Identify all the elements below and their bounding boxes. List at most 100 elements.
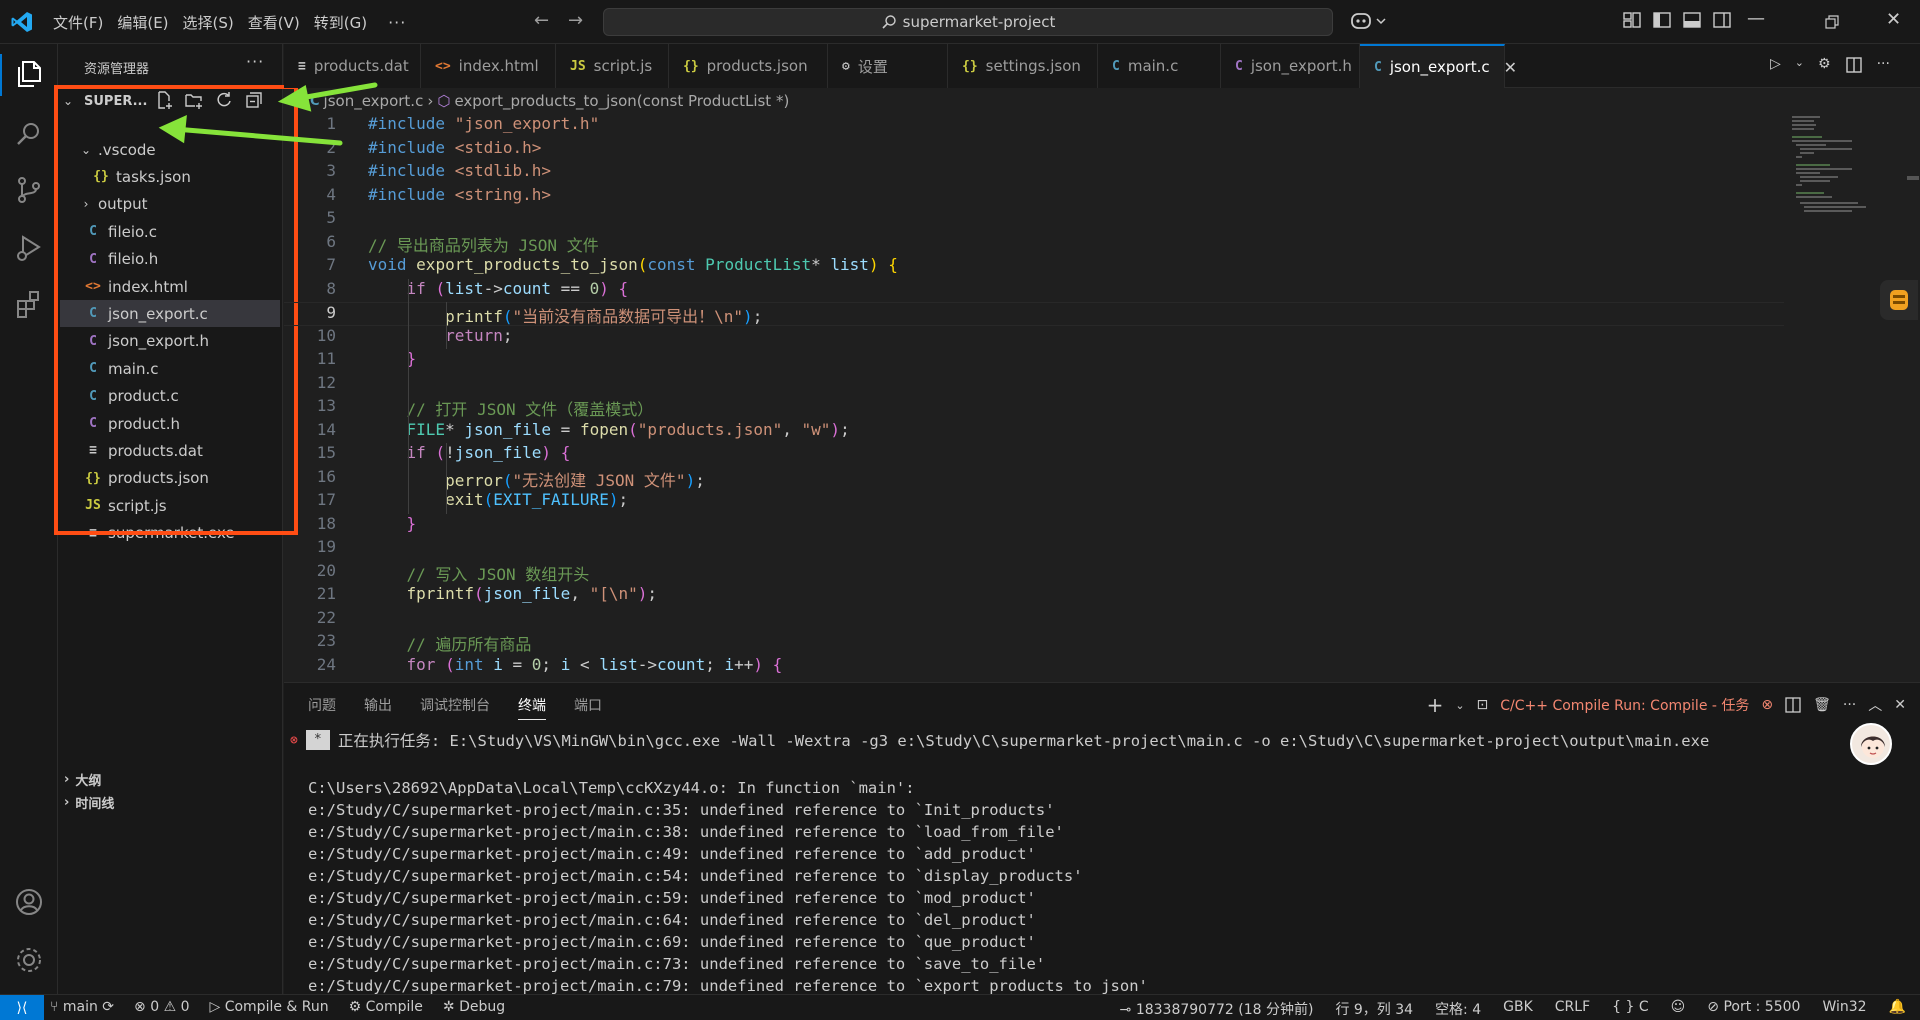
more-actions-icon[interactable]: ··· xyxy=(1877,56,1890,74)
compile-run-button[interactable]: ▷ Compile & Run xyxy=(209,999,328,1015)
indentation[interactable]: 空格: 4 xyxy=(1435,999,1481,1019)
minimap[interactable] xyxy=(1788,114,1878,214)
close-tab-icon[interactable]: ✕ xyxy=(1504,58,1517,77)
editor-tab[interactable]: {} settings.json xyxy=(948,44,1098,88)
menu-file[interactable]: 文件(F) xyxy=(46,12,110,33)
code-token: <stdio.h> xyxy=(454,137,542,157)
run-debug-icon[interactable] xyxy=(13,232,45,264)
problems-indicator[interactable]: ⊗ 0 ⚠ 0 xyxy=(134,999,189,1015)
line-number: 8 xyxy=(326,278,336,298)
code-token: * xyxy=(811,255,831,274)
editor-tab[interactable]: JS script.js xyxy=(556,44,669,88)
terminal-output[interactable]: C:\Users\28692\AppData\Local\Temp\ccKXzy… xyxy=(308,757,1888,999)
line-ending[interactable]: CRLF xyxy=(1555,999,1590,1019)
tab-terminal[interactable]: 终端 xyxy=(518,695,546,720)
menu-edit[interactable]: 编辑(E) xyxy=(110,12,175,33)
platform[interactable]: Win32 xyxy=(1822,999,1866,1019)
editor-tab[interactable]: <> index.html xyxy=(421,44,556,88)
floating-extension-button[interactable] xyxy=(1880,280,1918,320)
branch-indicator[interactable]: ⑂ main ⟳ xyxy=(50,999,114,1015)
remote-indicator-icon[interactable]: ⟩⟨ xyxy=(0,995,44,1020)
debug-label: Debug xyxy=(459,999,506,1015)
menu-selection[interactable]: 选择(S) xyxy=(176,12,241,33)
extensions-icon[interactable] xyxy=(13,288,45,320)
new-terminal-icon[interactable]: + xyxy=(1427,693,1444,717)
explorer-icon[interactable] xyxy=(13,58,45,90)
breadcrumb-symbol[interactable]: export_products_to_json(const ProductLis… xyxy=(454,92,789,110)
debug-button[interactable]: ✲ Debug xyxy=(443,999,505,1015)
tab-problems[interactable]: 问题 xyxy=(308,695,336,720)
chevron-down-icon[interactable]: ⌄ xyxy=(1795,56,1804,74)
commit-info[interactable]: ⊸ 18338790772 (18 分钟前) xyxy=(1120,999,1314,1019)
minimize-icon[interactable]: — xyxy=(1747,8,1765,29)
settings-gear-icon[interactable]: ⚙ xyxy=(1818,56,1831,74)
search-view-icon[interactable] xyxy=(13,118,45,150)
code-text: // 遍历所有商品 xyxy=(368,631,532,655)
breadcrumb-file[interactable]: json_export.c xyxy=(324,92,424,110)
tab-debug-console[interactable]: 调试控制台 xyxy=(420,695,490,720)
menu-view[interactable]: 查看(V) xyxy=(241,12,307,33)
tab-label: main.c xyxy=(1127,57,1179,75)
editor-tabs: ≡ products.dat <> index.html JS script.js {} pr… xyxy=(284,44,1920,88)
tab-ports[interactable]: 端口 xyxy=(574,695,602,720)
command-center-search[interactable]: supermarket-project xyxy=(603,8,1333,36)
terminal-line: e:/Study/C/supermarket-project/main.c:73… xyxy=(308,955,1046,973)
more-actions-icon[interactable]: ··· xyxy=(1843,697,1856,713)
code-line: 23 // 遍历所有商品 xyxy=(284,631,1784,655)
split-editor-icon[interactable] xyxy=(1845,56,1863,74)
split-terminal-icon[interactable] xyxy=(1785,697,1801,713)
avatar[interactable] xyxy=(1850,723,1892,765)
line-number: 15 xyxy=(316,443,336,462)
terminal-task-line: ⊗ * 正在执行任务: E:\Study\VS\MinGW\bin\gcc.ex… xyxy=(290,729,1709,751)
code-text: #include "json_export.h" xyxy=(368,114,599,133)
code-line: 19 xyxy=(284,537,1784,561)
encoding[interactable]: GBK xyxy=(1503,999,1533,1019)
maximize-panel-icon[interactable]: ︿ xyxy=(1868,695,1882,715)
outline-section[interactable]: › 大纲 xyxy=(64,770,101,789)
trash-icon[interactable]: 🗑 xyxy=(1813,697,1831,713)
manage-gear-icon[interactable] xyxy=(13,944,45,976)
compile-button[interactable]: ⚙ Compile xyxy=(349,999,423,1015)
customize-layout-icon[interactable] xyxy=(1622,10,1642,30)
copilot-icon[interactable] xyxy=(1350,10,1390,32)
editor-tab[interactable]: Cjson_export.c ✕ xyxy=(1360,44,1517,88)
task-label[interactable]: C/C++ Compile Run: Compile - 任务 xyxy=(1500,695,1749,715)
run-code-icon[interactable]: ▷ xyxy=(1770,56,1781,74)
editor-tab[interactable]: Cjson_export.h xyxy=(1221,44,1360,88)
editor-tab[interactable]: ≡ products.dat xyxy=(284,44,421,88)
language-mode[interactable]: { } C xyxy=(1612,999,1649,1019)
settings-file-icon: ⚙ xyxy=(842,58,850,74)
editor-tab[interactable]: {} products.json xyxy=(669,44,828,88)
accounts-icon[interactable] xyxy=(13,886,45,918)
source-control-icon[interactable] xyxy=(13,174,45,206)
title-bar: 文件(F) 编辑(E) 选择(S) 查看(V) 转到(G) ··· ← → su… xyxy=(0,0,1920,44)
code-token: = xyxy=(502,654,532,674)
close-window-icon[interactable]: ✕ xyxy=(1886,9,1901,30)
menu-more-icon[interactable]: ··· xyxy=(374,13,413,32)
editor-tab[interactable]: Cmain.c xyxy=(1098,44,1221,88)
notifications-bell-icon[interactable]: 🔔 xyxy=(1889,999,1906,1019)
menu-go[interactable]: 转到(G) xyxy=(307,12,374,33)
chevron-down-icon[interactable]: ⌄ xyxy=(1455,699,1464,712)
line-number: 22 xyxy=(316,607,336,627)
editor-tab[interactable]: ⚙ 设置 xyxy=(828,44,948,88)
toggle-secondary-sidebar-icon[interactable] xyxy=(1712,10,1732,30)
code-line: 1 #include "json_export.h" xyxy=(284,114,1784,138)
restore-icon[interactable] xyxy=(1824,14,1840,30)
timeline-section[interactable]: › 时间线 xyxy=(64,793,114,812)
live-server-port[interactable]: ⊘ Port : 5500 xyxy=(1707,999,1800,1019)
kill-terminal-icon[interactable]: ⊗ xyxy=(1761,697,1773,713)
sidebar-more-icon[interactable]: ··· xyxy=(246,52,264,71)
tab-output[interactable]: 输出 xyxy=(364,695,392,720)
close-panel-icon[interactable]: ✕ xyxy=(1894,697,1906,713)
copilot-status-icon[interactable]: ☺ xyxy=(1671,999,1686,1019)
forward-arrow-icon[interactable]: → xyxy=(568,10,583,31)
toggle-primary-sidebar-icon[interactable] xyxy=(1652,10,1672,30)
cursor-position[interactable]: 行 9，列 34 xyxy=(1335,999,1413,1019)
code-token: json_file xyxy=(483,584,571,603)
code-token: <string.h> xyxy=(454,184,552,204)
toggle-panel-icon[interactable] xyxy=(1682,10,1702,30)
back-arrow-icon[interactable]: ← xyxy=(534,10,549,31)
code-editor[interactable]: 1 #include "json_export.h" 2 #include <stdi… xyxy=(284,114,1784,680)
code-token: "无法创建 JSON 文件" xyxy=(512,470,686,490)
